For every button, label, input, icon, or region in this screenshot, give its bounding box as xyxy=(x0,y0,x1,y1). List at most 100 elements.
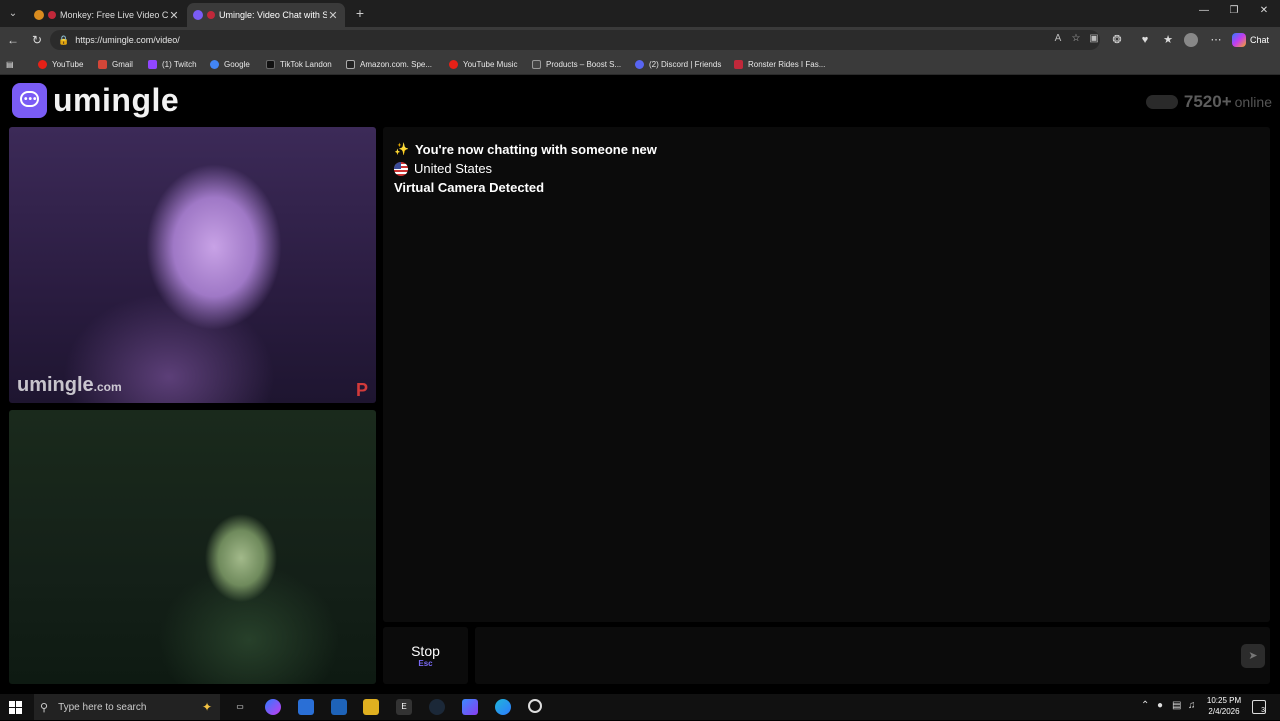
stop-button[interactable]: Stop Esc xyxy=(383,627,468,684)
notification-count: 3 xyxy=(1261,707,1265,714)
message-input[interactable] xyxy=(475,627,1270,684)
copilot-icon xyxy=(1232,33,1246,47)
camera-icon[interactable]: ▣ xyxy=(1087,33,1101,44)
online-label: online xyxy=(1234,94,1272,110)
extensions-icon[interactable]: ❂ xyxy=(1109,32,1125,48)
steam-icon[interactable] xyxy=(429,699,445,715)
show-hidden-icons-icon[interactable]: ⌃ xyxy=(1141,700,1149,711)
twitch-icon xyxy=(148,59,157,69)
copilot-app-icon[interactable] xyxy=(265,699,281,715)
discord-icon xyxy=(635,59,644,69)
close-tab-icon[interactable]: ✕ xyxy=(327,9,339,22)
stop-label: Stop xyxy=(411,643,440,659)
bookmarks-sidebar-icon[interactable]: ▤ xyxy=(6,57,14,71)
close-tab-icon[interactable]: ✕ xyxy=(168,9,180,22)
bookmark-label: TikTok Landon xyxy=(280,59,332,69)
favorites-icon[interactable]: ★ xyxy=(1160,32,1176,48)
file-explorer-icon[interactable] xyxy=(363,699,379,715)
bookmark-label: Ronster Rides I Fas... xyxy=(748,59,826,69)
bookmarks-bar: ▤ YouTube Gmail (1) Twitch Google TikTok… xyxy=(0,53,1280,75)
network-icon[interactable]: ▤ xyxy=(1172,700,1181,711)
bookmark-label: Products – Boost S... xyxy=(546,59,622,69)
chat-message: United States xyxy=(394,159,1259,178)
read-aloud-icon[interactable]: A xyxy=(1051,33,1065,44)
bookmark-label: (2) Discord | Friends xyxy=(649,59,722,69)
profile-avatar[interactable] xyxy=(1184,33,1198,47)
stranger-video: umingle.com P xyxy=(9,127,376,403)
copilot-chat-button[interactable]: Chat xyxy=(1232,31,1269,49)
bookmark-label: YouTube xyxy=(52,59,84,69)
navigation-bar: ← ↻ 🔒 https://umingle.com/video/ A ☆ ▣ ❂… xyxy=(0,27,1280,53)
lock-icon: 🔒 xyxy=(58,34,70,45)
bookmark-youtube[interactable]: YouTube xyxy=(38,57,83,71)
bookmark-amazon[interactable]: Amazon.com. Spe... xyxy=(346,57,432,71)
bookmark-tiktok[interactable]: TikTok Landon xyxy=(266,57,332,71)
stop-shortcut: Esc xyxy=(418,659,433,668)
minimize-icon[interactable]: — xyxy=(1189,5,1219,16)
bookmark-label: Google xyxy=(224,59,250,69)
amazon-icon xyxy=(346,59,355,69)
colorful-app-icon[interactable] xyxy=(462,699,478,715)
date: 2/4/2026 xyxy=(1208,707,1240,716)
bookmark-label: (1) Twitch xyxy=(162,59,197,69)
favorite-star-icon[interactable]: ☆ xyxy=(1069,33,1083,44)
task-view-icon[interactable]: ▭ xyxy=(232,699,248,715)
online-toggle[interactable] xyxy=(1145,95,1178,109)
google-icon xyxy=(210,59,219,69)
online-count: 7520+ xyxy=(1183,92,1232,111)
umingle-page: ••• umingle 7520+ online umingle.com P ✨… xyxy=(0,76,1280,688)
bookmark-discord[interactable]: (2) Discord | Friends xyxy=(635,57,721,71)
restore-icon[interactable]: ❐ xyxy=(1219,5,1249,16)
brand-name: umingle xyxy=(53,81,180,118)
recording-indicator-icon xyxy=(48,11,56,19)
back-icon[interactable]: ← xyxy=(5,32,21,48)
epic-games-icon[interactable]: E xyxy=(396,699,412,715)
chat-controls: Stop Esc ➤ xyxy=(383,627,1270,684)
ronster-icon xyxy=(734,59,743,69)
youtube-icon xyxy=(38,59,47,69)
bookmark-youtube-music[interactable]: YouTube Music xyxy=(449,57,518,71)
chat-message: Virtual Camera Detected xyxy=(394,178,1259,197)
chat-message: ✨ You're now chatting with someone new xyxy=(394,140,1259,159)
browser-essentials-icon[interactable]: ♥ xyxy=(1137,32,1153,48)
monkey-favicon-icon xyxy=(34,10,44,20)
tab-actions-menu[interactable]: ⌄ xyxy=(6,7,20,21)
recording-indicator-icon xyxy=(207,11,215,19)
message-text: You're now chatting with someone new xyxy=(414,142,657,157)
bookmark-label: Gmail xyxy=(112,59,133,69)
bookmark-label: YouTube Music xyxy=(463,59,518,69)
send-icon[interactable]: ➤ xyxy=(1241,644,1265,668)
windows-start-icon[interactable] xyxy=(9,701,22,714)
report-badge-icon[interactable]: P xyxy=(352,381,372,399)
bookmark-ronster[interactable]: Ronster Rides I Fas... xyxy=(734,57,825,71)
bookmark-google[interactable]: Google xyxy=(210,57,250,71)
volume-icon[interactable]: ♫ xyxy=(1188,700,1196,711)
recording-app-icon[interactable] xyxy=(528,699,542,713)
self-video xyxy=(9,410,376,684)
windows-taskbar: ⚲ Type here to search ✦ ▭ E ⌃ ● ▤ ♫ 10:2… xyxy=(0,694,1280,720)
address-bar[interactable]: 🔒 https://umingle.com/video/ xyxy=(50,30,1100,50)
outlook-icon[interactable] xyxy=(331,699,347,715)
bookmark-products[interactable]: Products – Boost S... xyxy=(532,57,621,71)
message-text: United States xyxy=(414,161,493,176)
site-logo[interactable]: ••• umingle xyxy=(12,82,179,118)
tab-label: Umingle: Video Chat with Stra xyxy=(219,10,327,20)
taskbar-clock[interactable]: 10:25 PM 2/4/2026 xyxy=(1206,695,1242,717)
search-icon: ⚲ xyxy=(40,701,49,714)
microsoft-store-icon[interactable] xyxy=(298,699,314,715)
notification-center-icon[interactable]: 3 xyxy=(1252,700,1266,714)
gmail-icon xyxy=(98,59,107,69)
edge-browser-icon[interactable] xyxy=(495,699,511,715)
new-tab-button[interactable]: + xyxy=(352,5,368,21)
bookmark-twitch[interactable]: (1) Twitch xyxy=(148,57,197,71)
bookmark-gmail[interactable]: Gmail xyxy=(98,57,133,71)
close-window-icon[interactable]: ✕ xyxy=(1249,5,1279,16)
chat-label: Chat xyxy=(1250,35,1270,45)
microphone-icon[interactable]: ● xyxy=(1157,700,1163,711)
more-options-icon[interactable]: ⋯ xyxy=(1208,32,1224,48)
tab-monkey[interactable]: Monkey: Free Live Video Chat ✕ xyxy=(28,3,186,27)
tab-umingle[interactable]: Umingle: Video Chat with Stra ✕ xyxy=(187,3,345,27)
reload-icon[interactable]: ↻ xyxy=(29,32,45,48)
chat-bubble-logo-icon: ••• xyxy=(12,82,47,118)
taskbar-search[interactable]: ⚲ Type here to search ✦ xyxy=(34,694,220,720)
